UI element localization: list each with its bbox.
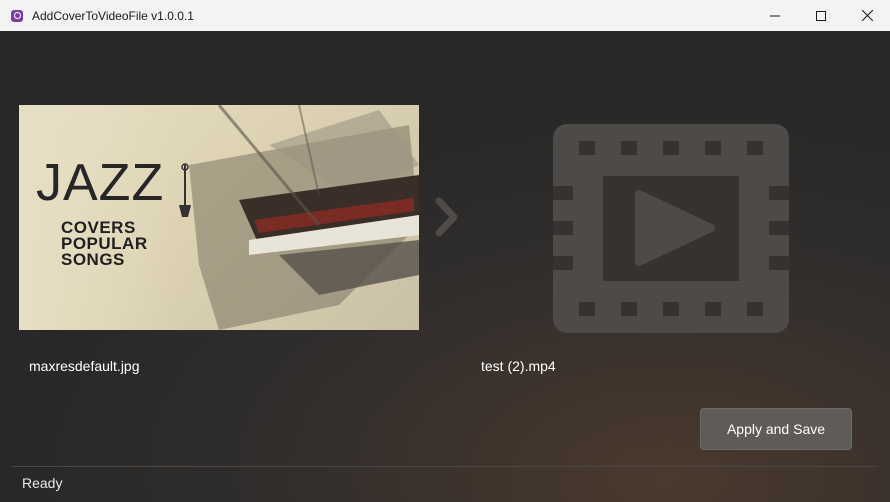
title-bar[interactable]: AddCoverToVideoFile v1.0.0.1 — [0, 0, 890, 31]
cover-subtitle: COVERS POPULAR SONGS — [61, 219, 148, 269]
cover-subtitle-line: SONGS — [61, 250, 125, 269]
status-divider — [12, 466, 878, 467]
cover-image-preview[interactable]: JAZZ COVERS POPULAR SONGS — [19, 105, 419, 330]
video-file-name: test (2).mp4 — [481, 358, 556, 374]
app-icon — [11, 9, 23, 22]
app-window: AddCoverToVideoFile v1.0.0.1 JAZZ COVERS… — [0, 0, 890, 502]
apply-and-save-button[interactable]: Apply and Save — [700, 408, 852, 450]
chevron-right-icon — [435, 197, 458, 237]
cover-file-name: maxresdefault.jpg — [29, 358, 140, 374]
window-controls — [752, 0, 890, 31]
status-text: Ready — [22, 475, 63, 491]
minimize-button[interactable] — [752, 0, 798, 31]
cover-headline: JAZZ — [36, 154, 165, 212]
main-content: JAZZ COVERS POPULAR SONGS maxresdefault.… — [0, 31, 890, 502]
maximize-icon — [816, 10, 826, 21]
video-film-icon[interactable] — [553, 124, 789, 333]
minimize-icon — [770, 15, 780, 16]
maximize-button[interactable] — [798, 0, 844, 31]
close-button[interactable] — [844, 0, 890, 31]
close-icon — [861, 10, 873, 21]
window-title: AddCoverToVideoFile v1.0.0.1 — [32, 8, 194, 23]
